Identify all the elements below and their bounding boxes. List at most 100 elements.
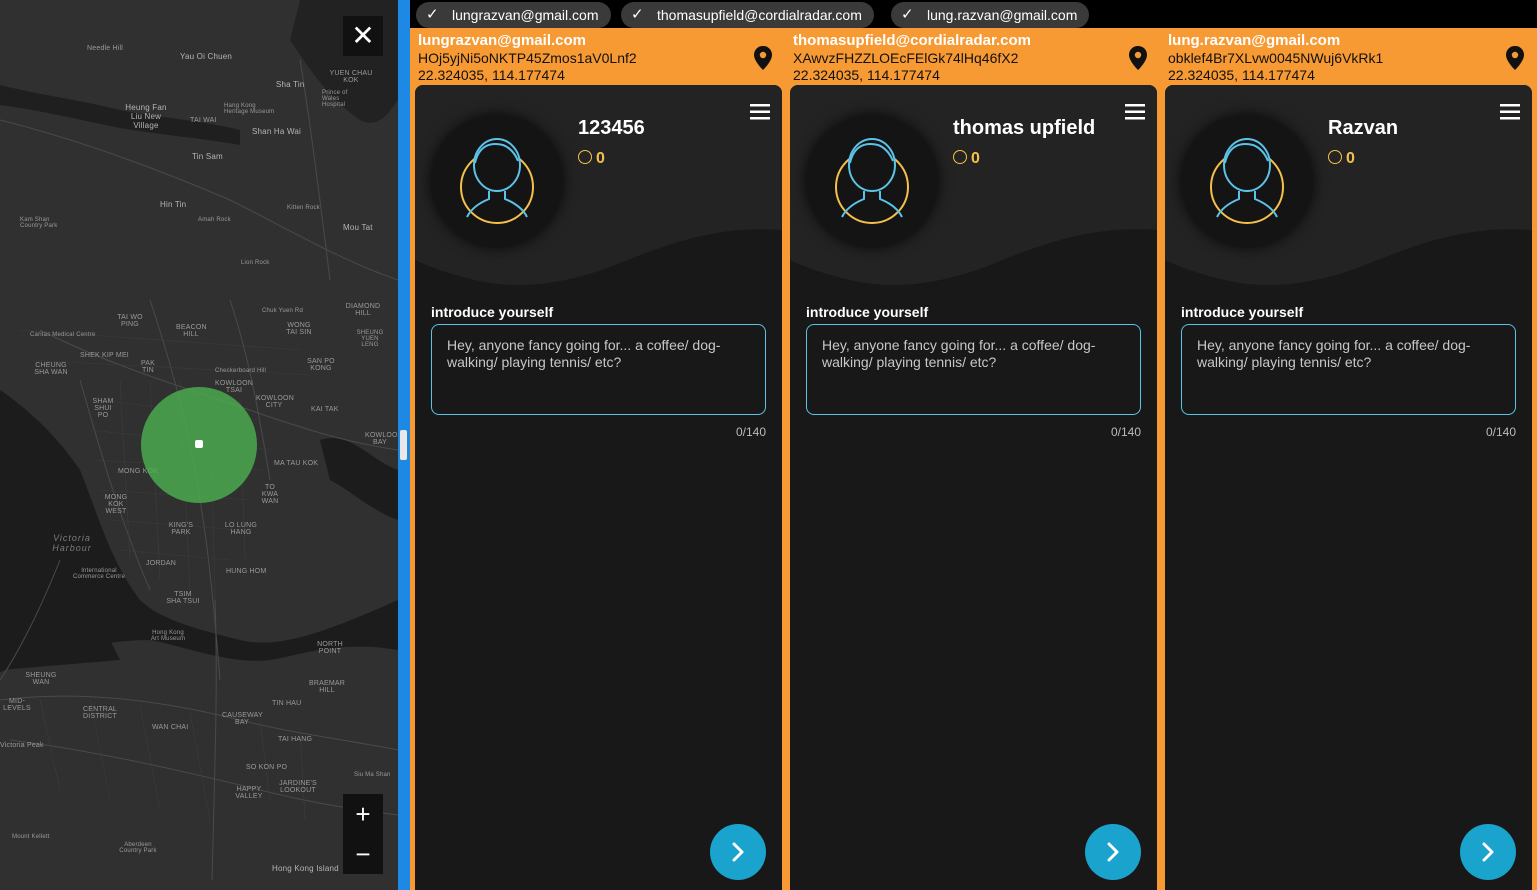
location-pin-icon[interactable]	[1505, 46, 1525, 70]
score: 0	[578, 149, 605, 168]
user-id: HOj5yjNi5oNKTP45Zmos1aV0Lnf2	[418, 50, 637, 66]
map-label: TIN HAU	[272, 700, 302, 707]
profile-name: thomas upfield	[953, 117, 1096, 139]
map-label: Kam Shan Country Park	[20, 217, 58, 229]
next-button[interactable]	[710, 824, 766, 880]
account-tabs: ✓ lungrazvan@gmail.com ✓ thomasupfield@c…	[410, 0, 1537, 28]
profile-name: 123456	[578, 117, 645, 139]
score: 0	[1328, 149, 1355, 168]
hamburger-menu-icon[interactable]	[1500, 103, 1522, 121]
intro-textarea[interactable]	[431, 324, 766, 415]
location-pin-icon[interactable]	[1128, 46, 1148, 70]
map-label: SHEUNG WAN	[25, 672, 57, 686]
clock-icon	[1328, 150, 1342, 164]
panel-resize-divider[interactable]	[398, 0, 410, 890]
profile-name: Razvan	[1328, 117, 1399, 139]
avatar[interactable]	[1181, 115, 1313, 247]
next-button[interactable]	[1460, 824, 1516, 880]
map-label: DIAMOND HILL	[345, 303, 381, 317]
map-label: WONG TAI SIN	[286, 322, 312, 336]
zoom-out-button[interactable]: −	[343, 834, 383, 874]
next-button[interactable]	[1085, 824, 1141, 880]
map-label: CAUSEWAY BAY	[222, 712, 263, 726]
character-counter: 0/140	[735, 425, 766, 439]
account-tab-label: lungrazvan@gmail.com	[452, 7, 599, 23]
user-header: thomasupfield@cordialradar.com XAwvzFHZZ…	[793, 32, 1152, 86]
map-label: BEACON HILL	[176, 324, 207, 338]
map-label: Mount Kellett	[12, 834, 50, 840]
map-label: TSIM SHA TSUI	[166, 591, 200, 605]
map-label: Prince of Wales Hospital	[322, 90, 348, 108]
map-label: TAI HANG	[278, 736, 313, 743]
map-label: Heung Fan Liu New Village	[125, 103, 167, 130]
user-email: lungrazvan@gmail.com	[418, 32, 586, 49]
map-label: KAI TAK	[311, 406, 339, 413]
map-label: HAPPY VALLEY	[235, 786, 263, 800]
map-label: SO KON PO	[246, 764, 288, 771]
score: 0	[953, 149, 980, 168]
chevron-right-icon	[1482, 842, 1494, 862]
user-column: lungrazvan@gmail.com HOj5yjNi5oNKTP45Zmo…	[410, 28, 785, 890]
map-label: HUNG HOM	[226, 568, 267, 575]
profile-card: 123456 0 introduce yourself 0/140	[415, 85, 782, 890]
map-label: YUEN CHAU KOK	[329, 70, 373, 84]
user-email: lung.razvan@gmail.com	[1168, 32, 1341, 49]
map-label: Hong Kong Art Museum	[150, 630, 186, 642]
account-tab[interactable]: ✓ lung.razvan@gmail.com	[891, 2, 1090, 28]
intro-label: introduce yourself	[1181, 304, 1304, 320]
profile-card: Razvan 0 introduce yourself 0/140	[1165, 85, 1532, 890]
intro-textarea[interactable]	[806, 324, 1141, 415]
map-label: KING'S PARK	[168, 522, 194, 536]
map-label: Shan Ha Wai	[252, 127, 302, 136]
map-label: CHEUNG SHA WAN	[34, 362, 68, 376]
score-value: 0	[1346, 150, 1355, 167]
map-label: NORTH POINT	[317, 641, 343, 655]
map-label: International Commerce Centre	[72, 568, 125, 580]
avatar[interactable]	[431, 115, 563, 247]
map-label: Sha Tin	[276, 80, 305, 89]
map-label: LO LUNG HANG	[224, 522, 258, 536]
map-label: PAK TIN	[140, 360, 156, 374]
map-label: Amah Rock	[198, 217, 231, 223]
hamburger-menu-icon[interactable]	[1125, 103, 1147, 121]
person-outline-icon	[460, 138, 534, 224]
location-pin-icon[interactable]	[753, 46, 773, 70]
chevron-right-icon	[1107, 842, 1119, 862]
hamburger-menu-icon[interactable]	[750, 103, 772, 121]
map-label: JORDAN	[146, 560, 176, 567]
character-counter: 0/140	[1485, 425, 1516, 439]
score-value: 0	[971, 150, 980, 167]
map-label: Victoria Harbour	[52, 533, 92, 553]
map-label: SHEUNG YUEN LENG	[356, 330, 384, 348]
map-label: Yau Oi Chuen	[180, 52, 233, 61]
user-location-marker	[195, 440, 203, 448]
user-column: lung.razvan@gmail.com obklef4Br7XLvw0045…	[1160, 28, 1537, 890]
account-tab[interactable]: ✓ lungrazvan@gmail.com	[416, 2, 611, 28]
avatar[interactable]	[806, 115, 938, 247]
map-label: TAI WAI	[190, 117, 217, 124]
resize-handle[interactable]	[400, 430, 407, 460]
zoom-in-button[interactable]: +	[343, 794, 383, 834]
map-label: SHEK KIP MEI	[80, 352, 129, 359]
user-header: lung.razvan@gmail.com obklef4Br7XLvw0045…	[1168, 32, 1529, 86]
user-id: XAwvzFHZZLOEcFElGk74lHq46fX2	[793, 50, 1019, 66]
map-label: Caritas Medical Centre	[30, 332, 96, 338]
map-label: Hong Kong Island	[272, 864, 339, 873]
intro-label: introduce yourself	[806, 304, 929, 320]
map-panel[interactable]: Needle Hill Yau Oi Chuen Sha Tin YUEN CH…	[0, 0, 398, 890]
user-column: thomasupfield@cordialradar.com XAwvzFHZZ…	[785, 28, 1160, 890]
map-label: CENTRAL DISTRICT	[82, 706, 118, 720]
user-coordinates: 22.324035, 114.177474	[793, 67, 940, 83]
close-map-button[interactable]: ✕	[343, 16, 383, 56]
score-value: 0	[596, 150, 605, 167]
chevron-right-icon	[732, 842, 744, 862]
map-label: JARDINE'S LOOKOUT	[279, 780, 317, 794]
user-id: obklef4Br7XLvw0045NWuj6VkRk1	[1168, 50, 1384, 66]
user-coordinates: 22.324035, 114.177474	[1168, 67, 1315, 83]
intro-textarea[interactable]	[1181, 324, 1516, 415]
map-label: BRAEMAR HILL	[308, 680, 346, 694]
map-label: Siu Ma Shan	[354, 772, 391, 778]
account-tab-label: thomasupfield@cordialradar.com	[657, 7, 862, 23]
account-tab[interactable]: ✓ thomasupfield@cordialradar.com	[621, 2, 874, 28]
user-email: thomasupfield@cordialradar.com	[793, 32, 1032, 49]
